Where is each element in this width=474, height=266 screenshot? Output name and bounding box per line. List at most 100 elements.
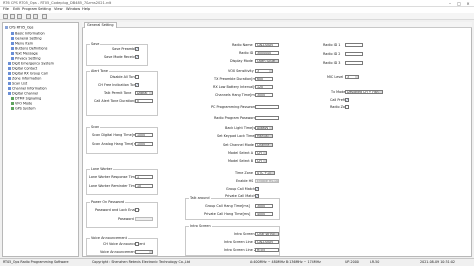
group-call-match-checkbox[interactable]: ✓ [255, 187, 259, 191]
window-title: RT6 CPS RT05_Ops - RT05_Codeplug_DB485_7… [3, 1, 112, 5]
open-file-icon[interactable] [10, 14, 15, 19]
tree-item-label: Scan List [12, 81, 28, 86]
settings-icon [11, 37, 14, 40]
tree-item-channel-information[interactable]: Channel Information [8, 87, 47, 91]
ch-free-indication-tone-label: CH Free Indication Tone [98, 83, 138, 87]
radio-id-1-input[interactable] [345, 43, 363, 47]
group-call-hang-time-input[interactable]: 3000 [255, 204, 273, 208]
enable-hs-input[interactable]: Enable HS-DDDD [255, 179, 279, 183]
talkaround-group: Talk around [185, 196, 280, 220]
scan-analog-hang-time-input[interactable]: 1000 [135, 142, 153, 146]
pc-programming-password-input[interactable] [255, 105, 279, 109]
menu-help[interactable]: Help [82, 7, 90, 12]
menu-setting[interactable]: Setting [38, 7, 51, 12]
lone-worker-reminder-time-input[interactable]: 10 [135, 184, 153, 188]
lone-worker-response-time-input[interactable]: 1 [135, 175, 153, 179]
disable-all-tone-checkbox[interactable] [135, 75, 139, 79]
save-preamble-checkbox[interactable]: ✓ [135, 47, 139, 51]
folder-icon [8, 67, 11, 70]
vox-sensitivity-select[interactable]: 3 [255, 69, 273, 73]
radio-id-3-input[interactable] [345, 61, 363, 65]
minimize-icon[interactable]: – [446, 1, 454, 6]
tree-item-buttons-definitions[interactable]: Buttons Definitions [11, 47, 47, 51]
menu-view[interactable]: View [54, 7, 63, 12]
tree-item-gps-system[interactable]: GPS System [11, 107, 36, 111]
tree-item-dtmf-signaling[interactable]: DTMF Signaling [11, 97, 41, 101]
scan-group: Scan [86, 125, 158, 154]
radio-program-password-input[interactable] [255, 116, 279, 120]
tx-mode-select[interactable]: Designed CH + HandCH [345, 90, 383, 94]
disable-all-tone-label: Disable All Tone [110, 75, 137, 79]
read-radio-icon[interactable] [26, 14, 31, 19]
model-select-b-select[interactable]: CH [255, 159, 267, 163]
model-select-a-select[interactable]: CH [255, 151, 267, 155]
lone-worker-title: Lone Worker [90, 167, 114, 172]
tree-item-zone-information[interactable]: Zone Information [8, 77, 41, 81]
call-alert-tone-duration-input[interactable]: 0 [135, 99, 153, 103]
time-zone-select[interactable]: UTC +10:00 [255, 171, 275, 175]
private-call-hang-time-input[interactable]: 4000 [255, 212, 273, 216]
radio-id-input[interactable]: 3000000 [255, 51, 279, 55]
ch-free-indication-tone-checkbox[interactable]: ✓ [135, 83, 139, 87]
save-mode-receive-label: Save Mode Receive [104, 55, 137, 59]
tree-item-scan-list[interactable]: Scan List [8, 82, 27, 86]
tree-item-menu-item[interactable]: Menu Item [11, 42, 33, 46]
scan-digital-hang-time-label: Scan Digital Hang Time[ms] [92, 133, 140, 137]
voice-announcement-select[interactable] [135, 250, 153, 254]
menu-window[interactable]: Window [66, 7, 80, 12]
info-icon [11, 32, 14, 35]
radio-id-2-input[interactable] [345, 52, 363, 56]
channels-hang-time-input[interactable]: 3000 [255, 93, 273, 97]
tree-item-digital-contact[interactable]: Digital Contact [8, 67, 37, 71]
mic-level-select[interactable]: 3 [345, 75, 359, 79]
tx-preamble-duration-input[interactable]: 600 [255, 77, 273, 81]
intro-screen-line-2-input[interactable]: RT05 [255, 248, 279, 252]
tree-item-vfo-mode[interactable]: VFO Mode [11, 102, 32, 106]
ch-voice-announcement-checkbox[interactable] [135, 242, 139, 246]
menu-edit[interactable]: Edit [13, 7, 20, 12]
intro-screen-line-1-input[interactable]: CALLSIGN [255, 240, 279, 244]
save-mode-receive-checkbox[interactable]: ✓ [135, 55, 139, 59]
display-mode-select[interactable]: Open Squelch [255, 59, 279, 63]
tree-item-general-setting[interactable]: General Setting [11, 37, 42, 41]
maximize-icon[interactable]: □ [455, 1, 463, 6]
message-icon [11, 52, 14, 55]
rx-low-battery-interval-input[interactable]: 120 [255, 85, 273, 89]
lone-worker-group: Lone Worker [86, 167, 158, 195]
help-icon[interactable] [42, 14, 47, 19]
tree-root[interactable]: CPS RT05_Ops [5, 26, 33, 30]
menu-program[interactable]: Program [22, 7, 37, 12]
tree-item-digital-channel[interactable]: Digital Channel [8, 92, 38, 96]
set-keypad-lock-time-label: Set Keypad Lock Time[s] [217, 134, 259, 138]
back-light-time-select[interactable]: Always [255, 126, 273, 130]
close-icon[interactable]: × [464, 1, 472, 6]
write-radio-icon[interactable] [33, 14, 38, 19]
tree-item-text-message[interactable]: Text Message [11, 52, 38, 56]
save-file-icon[interactable] [17, 14, 22, 19]
tree-item-digit-emergency-system[interactable]: Digit Emergency System [8, 62, 54, 66]
password-lock-enable-checkbox[interactable] [135, 208, 139, 212]
radio-zone-checkbox[interactable] [345, 105, 349, 109]
radio-name-input[interactable]: CALLSIGN [255, 43, 279, 47]
intro-screen-line-2-label: Intro Screen Line 2 [224, 248, 256, 252]
tree-item-digital-rx-group-call[interactable]: Digital RX Group Call [8, 72, 48, 76]
intro-screen-select[interactable]: Char string [255, 232, 279, 236]
set-keypad-lock-time-select[interactable]: Manual [255, 134, 273, 138]
vfo-icon [11, 102, 14, 105]
tree-item-label: Channel Information [12, 86, 47, 91]
save-preamble-label: Save Preamble [112, 47, 138, 51]
tab-general-setting[interactable]: General Setting [84, 22, 117, 28]
title-bar: RT6 CPS RT05_Ops - RT05_Codeplug_DB485_7… [0, 0, 474, 7]
password-input[interactable] [135, 217, 153, 221]
talk-permit-tone-select[interactable]: Digital [135, 91, 153, 95]
status-vendor: Copyright : Shenzhen Retevis Electronic … [92, 260, 191, 264]
menu-file[interactable]: File [3, 7, 9, 12]
call-prefix-checkbox[interactable]: ✓ [345, 98, 349, 102]
gps-icon [11, 107, 14, 110]
status-app: RT05_Ops Radio Programming Software [3, 260, 69, 264]
tree-item-privacy-setting[interactable]: Privacy Setting [11, 57, 41, 61]
scan-digital-hang-time-input[interactable]: 1000 [135, 133, 153, 137]
tree-item-basic-information[interactable]: Basic Information [11, 32, 45, 36]
new-file-icon[interactable] [3, 14, 8, 19]
set-channel-mode-select[interactable]: Channel [255, 143, 273, 147]
